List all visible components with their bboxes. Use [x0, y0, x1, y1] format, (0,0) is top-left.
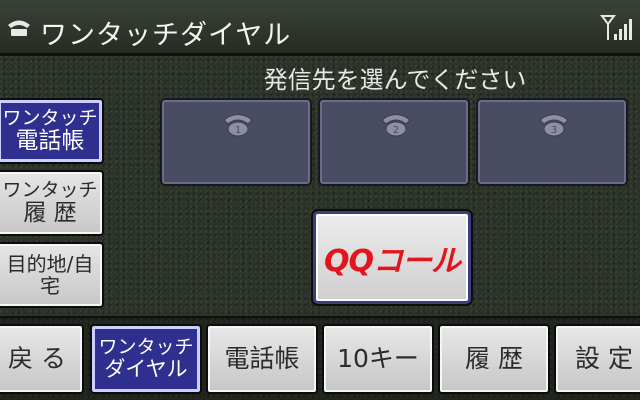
tab-label: 10キー	[337, 344, 419, 374]
tab-label: 履 歴	[465, 344, 523, 374]
sidebar-item-one-touch-phonebook[interactable]: ワンタッチ 電話帳	[0, 98, 104, 164]
back-button[interactable]: 戻 る	[0, 324, 84, 394]
tab-phonebook[interactable]: 電話帳	[206, 324, 318, 394]
tab-label: 設 定	[575, 344, 633, 374]
qq-call-button[interactable]: QQコール	[313, 211, 471, 304]
tab-settings[interactable]: 設 定	[554, 324, 640, 394]
sidebar-item-destination-home[interactable]: 目的地/自宅	[0, 242, 104, 308]
phone-3-icon: 3	[539, 114, 569, 137]
speed-dial-slot-3[interactable]: 3	[476, 98, 628, 186]
sidebar-item-one-touch-history[interactable]: ワンタッチ 履 歴	[0, 170, 104, 236]
back-button-label: 戻 る	[8, 344, 66, 374]
sidebar-item-label: 目的地/自宅	[6, 252, 94, 298]
tab-ten-key[interactable]: 10キー	[322, 324, 434, 394]
phone-1-icon: 1	[223, 114, 253, 137]
antenna-signal-icon	[600, 15, 632, 40]
speed-dial-slot-2[interactable]: 2	[318, 98, 470, 186]
phone-2-icon: 2	[381, 114, 411, 137]
tab-label-line2: ダイヤル	[104, 356, 188, 381]
speed-dial-slot-1[interactable]: 1	[160, 98, 312, 186]
svg-text:2: 2	[393, 125, 399, 136]
page-title: ワンタッチダイヤル	[40, 20, 292, 51]
svg-text:3: 3	[551, 125, 557, 136]
tab-one-touch-dial[interactable]: ワンタッチ ダイヤル	[90, 324, 202, 394]
sidebar-item-line2: 履 歴	[23, 199, 77, 226]
phone-icon	[8, 20, 30, 36]
title-bar: ワンタッチダイヤル	[0, 0, 640, 56]
qq-call-label: QQコール	[323, 243, 461, 279]
svg-text:1: 1	[235, 125, 241, 136]
instruction-text: 発信先を選んでください	[263, 66, 527, 94]
sidebar-item-line2: 電話帳	[15, 127, 85, 154]
tab-label-line1: ワンタッチ	[98, 336, 194, 358]
sidebar-item-line1: ワンタッチ	[2, 178, 98, 201]
sidebar-item-line1: ワンタッチ	[2, 106, 98, 129]
tab-history[interactable]: 履 歴	[438, 324, 550, 394]
tab-label: 電話帳	[224, 344, 300, 374]
